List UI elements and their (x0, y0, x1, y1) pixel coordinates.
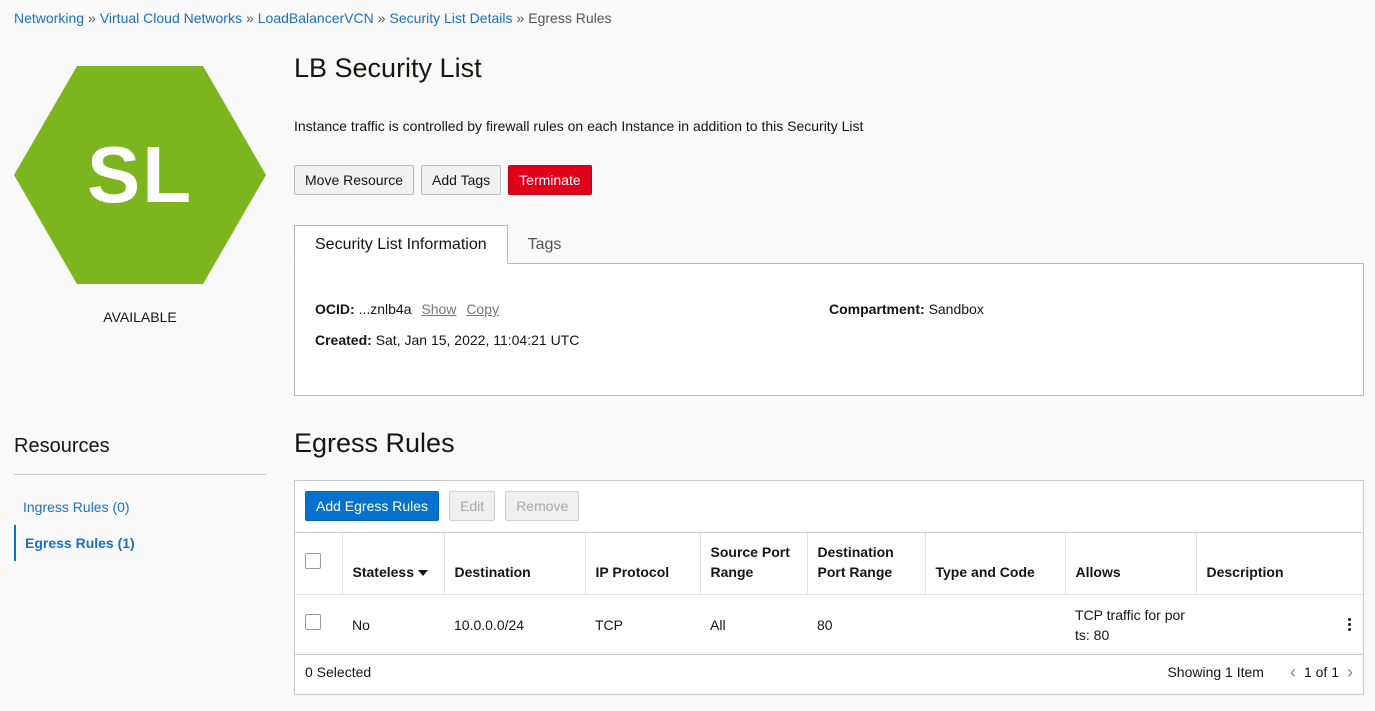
column-allows: Allows (1064, 532, 1196, 595)
created-row: Created: Sat, Jan 15, 2022, 11:04:21 UTC (315, 332, 579, 348)
row-checkbox[interactable] (305, 614, 321, 630)
resource-hex-icon: SL (14, 66, 266, 284)
page-indicator: 1 of 1 (1303, 664, 1339, 680)
compartment-label: Compartment: (829, 301, 925, 317)
add-tags-button[interactable]: Add Tags (421, 165, 502, 195)
ocid-label: OCID: (315, 301, 355, 317)
column-source-port-range: Source Port Range (699, 532, 807, 595)
chevron-left-icon[interactable]: ‹ (1290, 663, 1296, 681)
column-description: Description (1195, 532, 1363, 595)
cell-type-and-code (925, 594, 1065, 655)
add-egress-rules-button[interactable]: Add Egress Rules (305, 491, 440, 521)
column-stateless[interactable]: Stateless (341, 532, 444, 595)
move-resource-button[interactable]: Move Resource (294, 165, 415, 195)
cell-ip-protocol: TCP (585, 594, 700, 655)
chevron-right-icon[interactable]: › (1347, 663, 1353, 681)
resource-item-ingress-rules[interactable]: Ingress Rules (0) (14, 489, 266, 525)
table-row: No 10.0.0.0/24 TCP All 80 TCP traffic fo… (295, 594, 1363, 655)
breadcrumb: Networking» Virtual Cloud Networks» LoadBa… (14, 10, 612, 26)
column-stateless-label: Stateless (352, 564, 414, 580)
cell-destination-port-range: 80 (807, 594, 925, 655)
resource-item-egress-rules[interactable]: Egress Rules (1) (14, 525, 266, 561)
egress-rules-table: Stateless Destination IP Protocol Source… (295, 532, 1363, 655)
section-title: Egress Rules (294, 428, 455, 458)
column-type-and-code: Type and Code (924, 532, 1065, 595)
compartment-row: Compartment: Sandbox (829, 301, 984, 317)
tab-tags[interactable]: Tags (508, 225, 582, 264)
breadcrumb-vcn[interactable]: LoadBalancerVCN (258, 10, 374, 26)
select-all-header (295, 532, 342, 595)
action-buttons: Move Resource Add Tags Terminate (294, 165, 592, 195)
breadcrumb-separator: » (377, 10, 386, 26)
column-destination-port-range: Destination Port Range (806, 532, 925, 595)
column-destination: Destination (443, 532, 585, 595)
selected-count: 0 Selected (305, 664, 372, 680)
ocid-copy-link[interactable]: Copy (466, 301, 499, 317)
table-footer: 0 Selected Showing 1 Item ‹ 1 of 1 › (305, 663, 1353, 681)
resource-initials: SL (86, 130, 194, 219)
status-label: AVAILABLE (103, 309, 177, 325)
resources-nav: Resources Ingress Rules (0) Egress Rules… (14, 435, 266, 561)
page-description: Instance traffic is controlled by firewa… (294, 118, 864, 134)
egress-rules-table-panel: Add Egress Rules Edit Remove Stateless D… (294, 480, 1364, 695)
breadcrumb-vcns[interactable]: Virtual Cloud Networks (100, 10, 242, 26)
created-value: Sat, Jan 15, 2022, 11:04:21 UTC (375, 332, 580, 348)
breadcrumb-security-list[interactable]: Security List Details (390, 10, 513, 26)
remove-button[interactable]: Remove (505, 491, 580, 521)
ocid-show-link[interactable]: Show (421, 301, 456, 317)
tab-security-list-information[interactable]: Security List Information (294, 225, 508, 264)
edit-button[interactable]: Edit (449, 491, 496, 521)
detail-tabs: Security List Information Tags (294, 225, 581, 264)
resources-heading: Resources (14, 435, 266, 475)
created-label: Created: (315, 332, 372, 348)
info-panel: OCID: ...znlb4a Show Copy Created: Sat, … (294, 263, 1364, 396)
cell-destination: 10.0.0.0/24 (444, 594, 585, 655)
select-all-checkbox[interactable] (305, 553, 321, 569)
cell-source-port-range: All (700, 594, 807, 655)
page-title: LB Security List (294, 53, 482, 83)
ocid-value: ...znlb4a (358, 301, 412, 317)
terminate-button[interactable]: Terminate (508, 165, 592, 195)
table-header-row: Stateless Destination IP Protocol Source… (295, 532, 1363, 595)
sort-down-icon (417, 570, 428, 577)
breadcrumb-networking[interactable]: Networking (14, 10, 84, 26)
row-select-cell (295, 594, 342, 655)
showing-count: Showing 1 Item (1167, 664, 1264, 680)
cell-allows: TCP traffic for ports: 80 (1065, 594, 1196, 655)
breadcrumb-separator: » (245, 10, 254, 26)
table-toolbar: Add Egress Rules Edit Remove (305, 491, 580, 521)
column-ip-protocol: IP Protocol (584, 532, 700, 595)
breadcrumb-separator: » (516, 10, 525, 26)
cell-description (1196, 594, 1363, 655)
cell-stateless: No (342, 594, 444, 655)
row-actions-menu-icon[interactable] (1345, 618, 1353, 631)
ocid-row: OCID: ...znlb4a Show Copy (315, 301, 499, 317)
pagination: Showing 1 Item ‹ 1 of 1 › (1167, 663, 1353, 681)
breadcrumb-current: Egress Rules (528, 10, 612, 26)
breadcrumb-separator: » (88, 10, 96, 26)
compartment-value: Sandbox (928, 301, 984, 317)
